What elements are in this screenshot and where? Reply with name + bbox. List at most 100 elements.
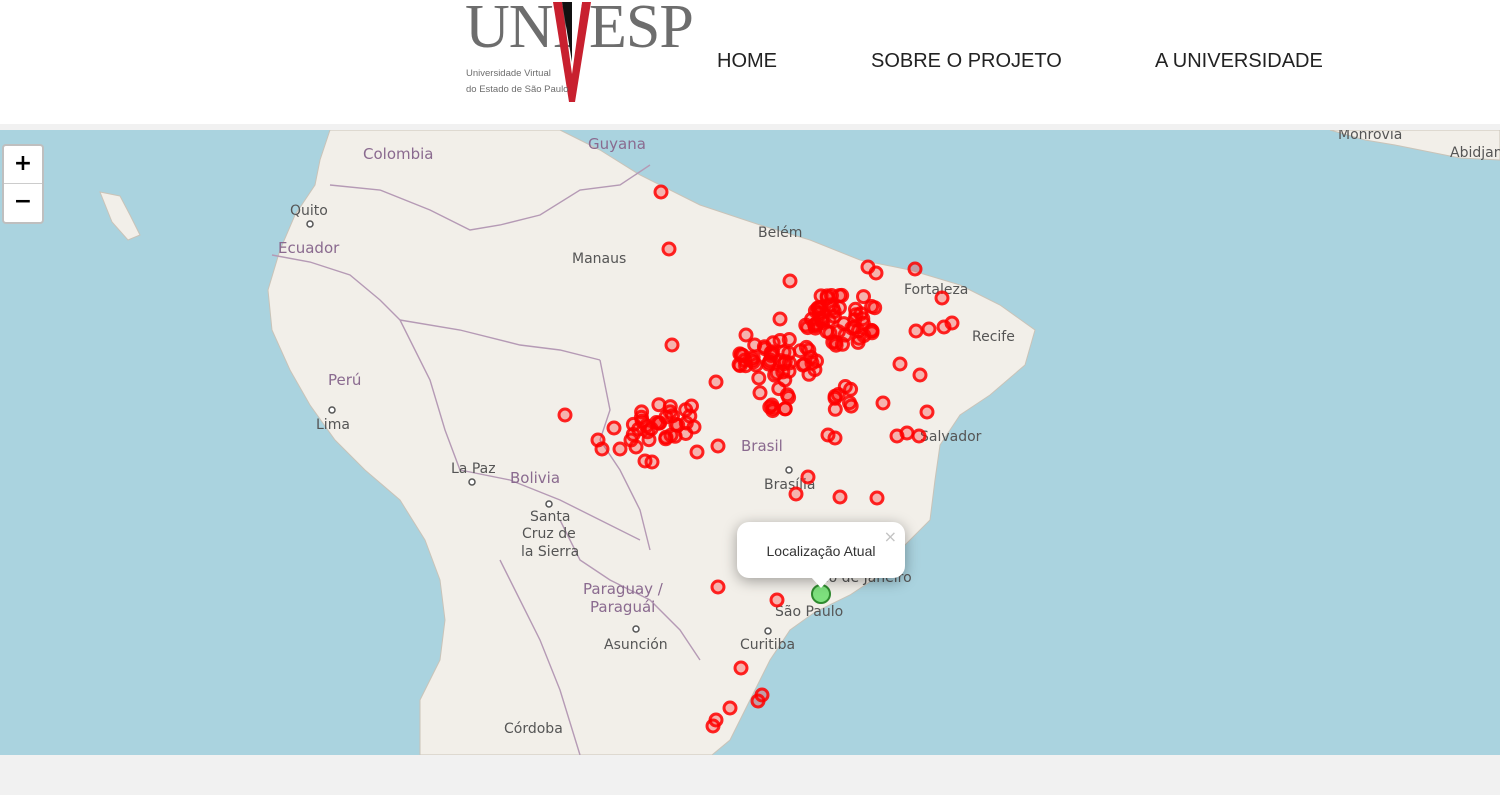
logo-subtitle-line2: do Estado de São Paulo xyxy=(466,84,569,95)
nav-home[interactable]: HOME xyxy=(717,50,777,73)
campus-marker[interactable] xyxy=(798,339,814,355)
city-dot-santa-cruz xyxy=(545,500,553,508)
campus-marker[interactable] xyxy=(590,432,606,448)
campus-marker[interactable] xyxy=(664,337,680,353)
campus-marker[interactable] xyxy=(710,579,726,595)
campus-marker[interactable] xyxy=(769,365,785,381)
label-bolivia: Bolivia xyxy=(510,469,560,487)
campus-marker[interactable] xyxy=(911,428,927,444)
label-paraguay: Paraguay / xyxy=(583,580,664,598)
page-footer xyxy=(0,755,1500,795)
label-quito: Quito xyxy=(290,203,328,219)
label-la-sierra: la Sierra xyxy=(521,544,579,560)
campus-marker[interactable] xyxy=(781,363,797,379)
campus-marker[interactable] xyxy=(750,693,766,709)
campus-marker[interactable] xyxy=(868,265,884,281)
campus-marker[interactable] xyxy=(800,469,816,485)
campus-marker[interactable] xyxy=(944,315,960,331)
campus-marker[interactable] xyxy=(822,325,838,341)
campus-marker[interactable] xyxy=(653,184,669,200)
label-cordoba: Córdoba xyxy=(504,721,563,737)
label-curitiba: Curitiba xyxy=(740,637,795,653)
campus-marker[interactable] xyxy=(628,439,644,455)
label-santa: Santa xyxy=(530,509,570,525)
campus-marker[interactable] xyxy=(828,337,844,353)
campus-marker[interactable] xyxy=(813,288,829,304)
campus-marker[interactable] xyxy=(921,321,937,337)
campus-marker[interactable] xyxy=(658,429,674,445)
campus-marker[interactable] xyxy=(772,333,788,348)
campus-marker[interactable] xyxy=(643,421,659,437)
campus-marker[interactable] xyxy=(772,311,788,327)
map-canvas: Colombia Guyana Quito Ecuador Manaus Bel… xyxy=(99,130,1500,755)
label-monrovia: Monrovia xyxy=(1338,130,1402,143)
campus-marker[interactable] xyxy=(842,395,857,411)
campus-marker[interactable] xyxy=(633,409,649,425)
campus-marker[interactable] xyxy=(899,425,915,441)
label-colombia: Colombia xyxy=(363,145,434,163)
popup-tip xyxy=(810,576,832,588)
label-belem: Belém xyxy=(758,225,802,241)
campus-marker[interactable] xyxy=(912,367,928,383)
land-galapagos xyxy=(99,191,141,241)
campus-marker[interactable] xyxy=(684,398,699,414)
campus-marker[interactable] xyxy=(744,352,760,368)
campus-marker[interactable] xyxy=(752,385,768,401)
campus-marker[interactable] xyxy=(847,312,863,328)
campus-marker[interactable] xyxy=(661,241,677,257)
campus-marker[interactable] xyxy=(875,395,891,411)
campus-marker[interactable] xyxy=(782,273,798,289)
campus-marker[interactable] xyxy=(722,700,738,716)
campus-marker[interactable] xyxy=(689,444,705,460)
univesp-logo[interactable]: UNI ESP Universidade Virtual do Estado d… xyxy=(463,0,694,104)
campus-marker[interactable] xyxy=(934,290,950,306)
campus-marker[interactable] xyxy=(864,299,880,314)
campus-marker[interactable] xyxy=(908,323,924,339)
campus-marker[interactable] xyxy=(670,417,686,433)
campus-marker[interactable] xyxy=(796,356,812,372)
zoom-out-button[interactable]: − xyxy=(4,184,42,222)
campus-marker[interactable] xyxy=(892,356,908,372)
campus-marker[interactable] xyxy=(798,317,814,333)
campus-marker[interactable] xyxy=(788,486,804,502)
campus-marker[interactable] xyxy=(762,399,778,415)
city-dot-asuncion xyxy=(632,625,640,633)
campus-marker[interactable] xyxy=(919,404,935,420)
campus-marker[interactable] xyxy=(644,454,660,470)
zoom-in-button[interactable]: + xyxy=(4,146,42,184)
city-dot-lima xyxy=(328,406,336,414)
campus-marker[interactable] xyxy=(764,344,780,360)
campus-marker[interactable] xyxy=(820,427,836,443)
campus-marker[interactable] xyxy=(606,420,622,436)
campus-marker[interactable] xyxy=(869,490,885,506)
label-guyana: Guyana xyxy=(588,135,646,153)
campus-marker[interactable] xyxy=(769,592,785,608)
campus-marker[interactable] xyxy=(907,261,923,277)
campus-marker[interactable] xyxy=(837,327,853,343)
nav-sobre-o-projeto[interactable]: SOBRE O PROJETO xyxy=(871,50,1062,73)
campus-marker[interactable] xyxy=(837,379,853,394)
campus-marker[interactable] xyxy=(612,441,628,457)
campus-marker[interactable] xyxy=(832,489,848,505)
campus-marker[interactable] xyxy=(710,438,726,454)
campus-marker[interactable] xyxy=(705,718,721,734)
campus-marker[interactable] xyxy=(662,399,678,415)
campus-marker[interactable] xyxy=(856,328,872,344)
campus-marker[interactable] xyxy=(751,370,767,386)
campus-marker[interactable] xyxy=(827,401,843,417)
campus-marker[interactable] xyxy=(781,389,797,405)
campus-marker[interactable] xyxy=(708,374,724,390)
nav-a-universidade[interactable]: A UNIVERSIDADE xyxy=(1155,50,1323,73)
location-popup: × Localização Atual xyxy=(737,522,905,588)
map-container[interactable]: Colombia Guyana Quito Ecuador Manaus Bel… xyxy=(0,130,1500,755)
site-header: UNI ESP Universidade Virtual do Estado d… xyxy=(0,0,1500,124)
campus-marker[interactable] xyxy=(733,660,749,676)
city-dot-brasilia xyxy=(785,466,793,474)
campus-marker[interactable] xyxy=(731,357,747,372)
campus-marker[interactable] xyxy=(810,300,826,316)
campus-marker[interactable] xyxy=(557,407,573,423)
campus-marker[interactable] xyxy=(826,309,842,324)
city-dot-curitiba xyxy=(764,627,772,635)
campus-marker[interactable] xyxy=(625,426,641,442)
zoom-control: + − xyxy=(2,144,44,224)
